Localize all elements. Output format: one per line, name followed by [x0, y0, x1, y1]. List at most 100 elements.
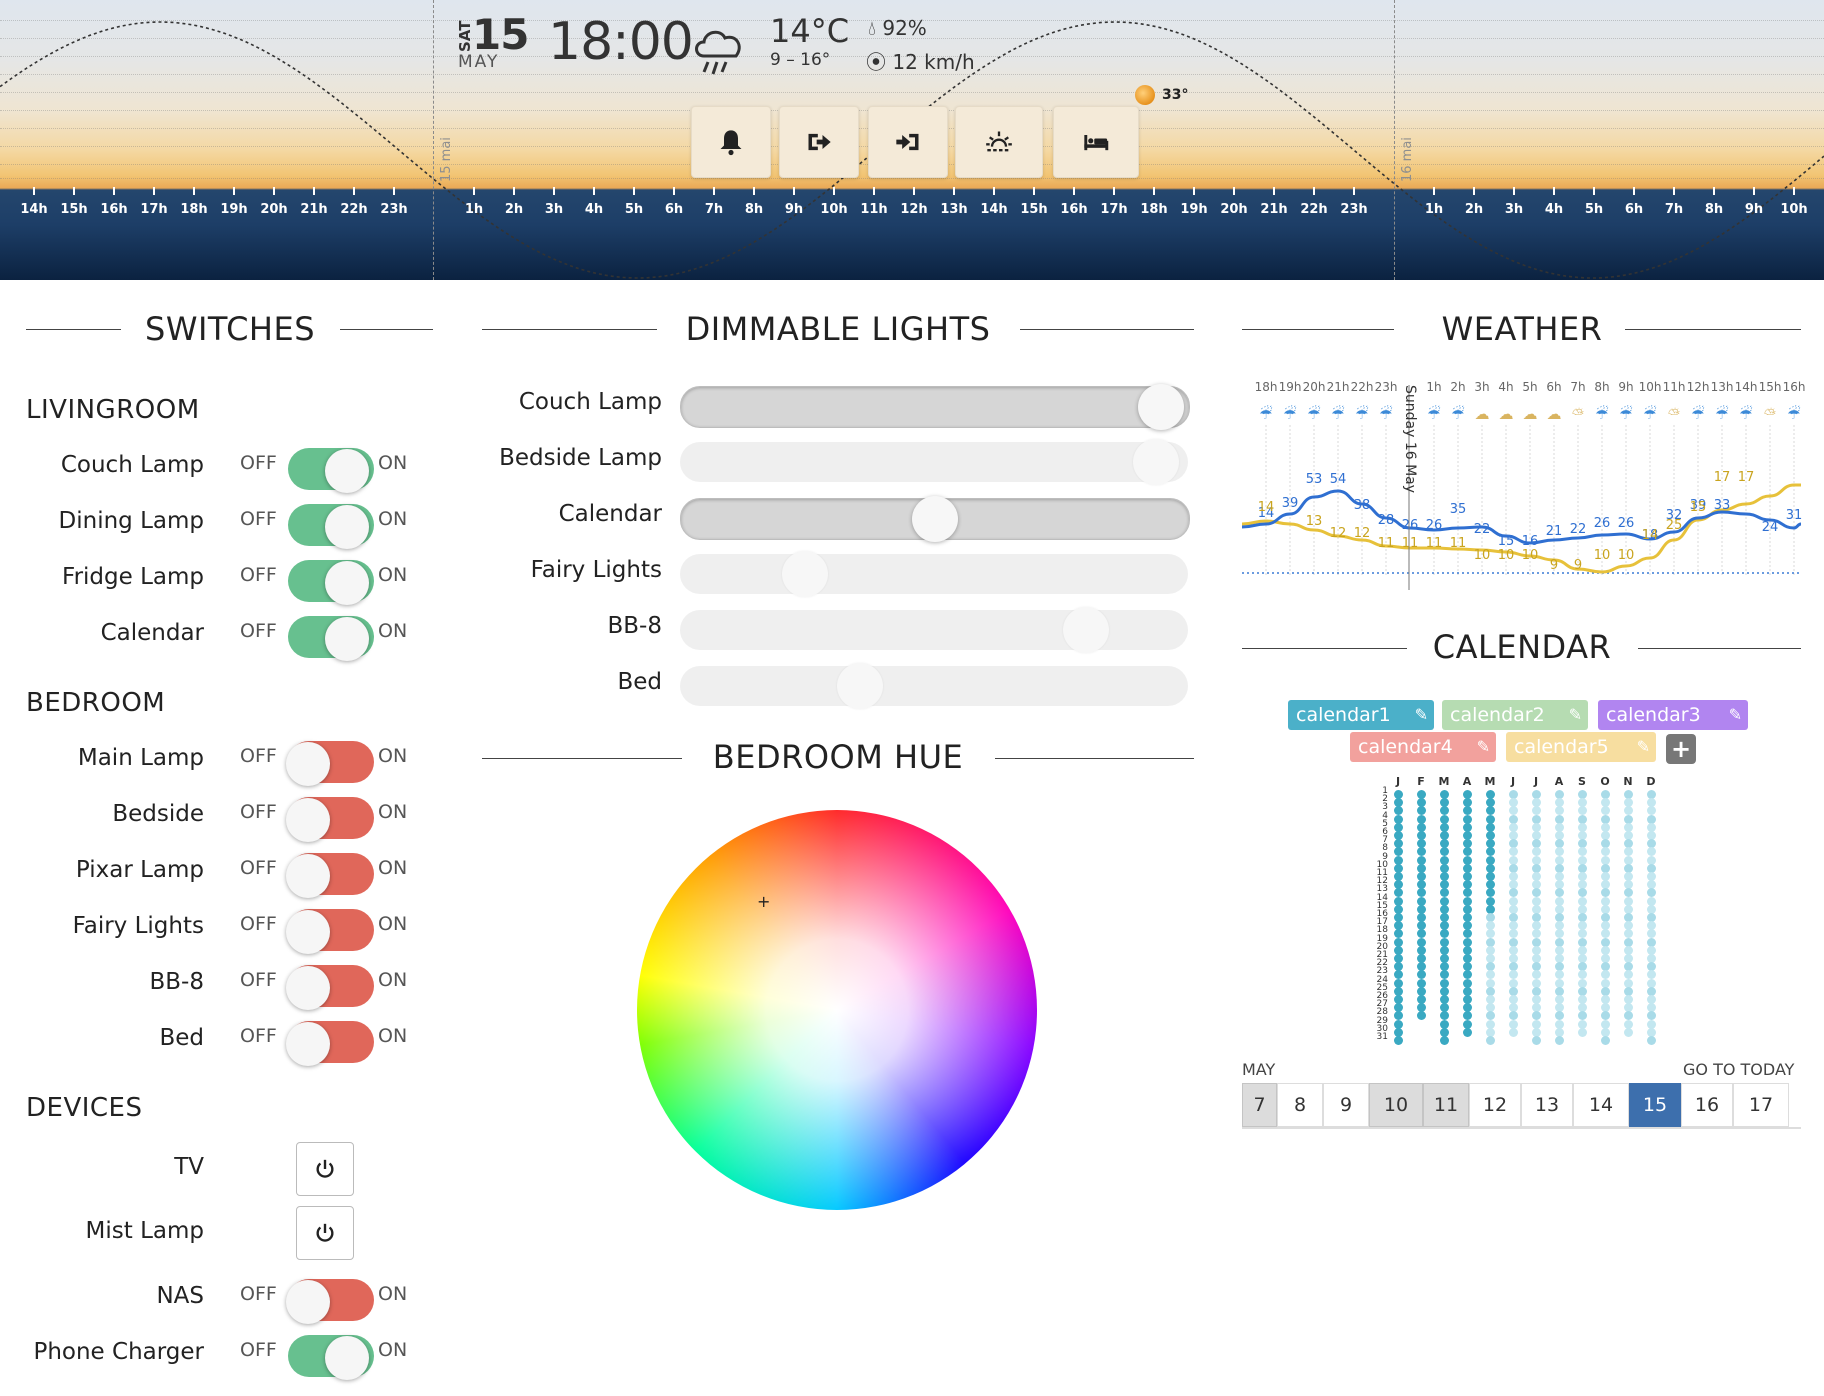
temp-label-yellow: 10: [1593, 548, 1611, 563]
edit-pencil-icon[interactable]: ✎: [1729, 700, 1742, 730]
calendar-day-dot[interactable]: [1509, 1027, 1518, 1037]
hue-cursor[interactable]: +: [757, 894, 770, 910]
temp-label-blue: 16: [1521, 534, 1539, 549]
go-to-today-link[interactable]: GO TO TODAY: [1683, 1060, 1794, 1079]
month-column-label: J: [1510, 775, 1516, 788]
day-cell[interactable]: 10: [1369, 1083, 1423, 1127]
calendar-tag[interactable]: calendar5 ✎: [1506, 732, 1656, 762]
toggle-knob[interactable]: [325, 617, 369, 661]
toggle-switch[interactable]: [286, 741, 374, 786]
toggle-switch[interactable]: [286, 1021, 374, 1066]
switch-label: Mist Lamp: [85, 1218, 204, 1244]
calendar-tag-label: calendar2: [1450, 704, 1545, 726]
toggle-knob[interactable]: [325, 1336, 369, 1380]
toggle-knob[interactable]: [286, 854, 330, 898]
day-cell[interactable]: 16: [1681, 1083, 1733, 1127]
toggle-switch[interactable]: [288, 616, 374, 661]
calendar-day-dot[interactable]: [1578, 1027, 1587, 1037]
power-button[interactable]: [296, 1206, 354, 1260]
color-wheel[interactable]: +: [637, 810, 1037, 1210]
power-button[interactable]: [296, 1142, 354, 1196]
day-cell[interactable]: 11: [1423, 1083, 1469, 1127]
on-label: ON: [378, 913, 408, 935]
day-cell[interactable]: 9: [1323, 1083, 1369, 1127]
calendar-day-dot[interactable]: [1440, 1036, 1449, 1045]
calendar-day-dot[interactable]: [1394, 1036, 1403, 1045]
forecast-hour: 19h: [1278, 380, 1302, 394]
forecast-hour: 14h: [1734, 380, 1758, 394]
month-column-label: M: [1438, 775, 1450, 788]
rain-icon: ☔︎: [1715, 405, 1729, 423]
slider-knob[interactable]: [1063, 607, 1109, 653]
toggle-switch[interactable]: [286, 965, 374, 1010]
day-cell[interactable]: 15: [1629, 1083, 1681, 1127]
calendar-day-dot[interactable]: [1624, 1027, 1633, 1037]
add-calendar-button[interactable]: +: [1666, 734, 1696, 764]
forecast-hour: 12h: [1686, 380, 1710, 394]
temp-label-yellow: 11: [1401, 536, 1419, 551]
day-cell[interactable]: 17: [1733, 1083, 1789, 1127]
forecast-hour: 20h: [1302, 380, 1326, 394]
day-cell[interactable]: 12: [1469, 1083, 1521, 1127]
month-column-label: O: [1600, 775, 1610, 788]
calendar-day-dot[interactable]: [1555, 1036, 1564, 1045]
switch-label: Bedside: [112, 801, 204, 827]
calendar-day-dot[interactable]: [1486, 1036, 1495, 1045]
toggle-knob[interactable]: [286, 1280, 330, 1324]
calendar-tag-label: calendar5: [1514, 736, 1609, 758]
switch-label: TV: [174, 1154, 204, 1180]
calendar-tag[interactable]: calendar2 ✎: [1442, 700, 1588, 730]
toggle-switch[interactable]: [286, 853, 374, 898]
temp-label-yellow: 11: [1425, 536, 1443, 551]
rain-icon: ☔︎: [1787, 405, 1801, 423]
calendar-tag-label: calendar1: [1296, 704, 1391, 726]
day-cell[interactable]: 7: [1242, 1083, 1277, 1127]
toggle-switch[interactable]: [286, 1279, 374, 1324]
temp-label-blue: 22: [1473, 522, 1491, 537]
temp-label-yellow: 12: [1329, 526, 1347, 541]
temp-label-blue: 35: [1449, 502, 1467, 517]
month-column-label: N: [1623, 775, 1633, 788]
switch-label: Bed: [159, 1025, 204, 1051]
rain-icon: ☔︎: [1259, 405, 1273, 423]
toggle-knob[interactable]: [286, 798, 330, 842]
toggle-knob[interactable]: [286, 966, 330, 1010]
temp-label-yellow: 17: [1713, 470, 1731, 485]
calendar-tag[interactable]: calendar4 ✎: [1350, 732, 1496, 762]
forecast-hour: 13h: [1710, 380, 1734, 394]
edit-pencil-icon[interactable]: ✎: [1637, 732, 1650, 762]
slider-knob[interactable]: [837, 663, 883, 709]
off-label: OFF: [240, 1025, 277, 1047]
calendar-tag[interactable]: calendar1 ✎: [1288, 700, 1434, 730]
forecast-hour: 11h: [1662, 380, 1686, 394]
dimmer-slider[interactable]: [680, 663, 1188, 709]
toggle-switch[interactable]: [286, 797, 374, 842]
calendar-day-dot[interactable]: [1463, 1027, 1472, 1037]
calendar-day-dot[interactable]: [1417, 1011, 1426, 1021]
month-column-label: D: [1646, 775, 1656, 788]
rain-icon: ☔︎: [1331, 405, 1345, 423]
edit-pencil-icon[interactable]: ✎: [1415, 700, 1428, 730]
day-cell[interactable]: 13: [1521, 1083, 1573, 1127]
calendar-day-dot[interactable]: [1532, 1036, 1541, 1045]
switch-label: BB-8: [149, 969, 205, 995]
calendar-tag[interactable]: calendar3 ✎: [1598, 700, 1748, 730]
edit-pencil-icon[interactable]: ✎: [1569, 700, 1582, 730]
day-cell[interactable]: 8: [1277, 1083, 1323, 1127]
day-cell[interactable]: 14: [1573, 1083, 1629, 1127]
month-column-label: A: [1554, 775, 1564, 788]
toggle-knob[interactable]: [286, 742, 330, 786]
dimmer-slider[interactable]: [680, 607, 1188, 653]
forecast-hour: 4h: [1498, 380, 1514, 394]
edit-pencil-icon[interactable]: ✎: [1477, 732, 1490, 762]
day-marker: Sunday 16 May: [1402, 385, 1418, 494]
toggle-knob[interactable]: [286, 1022, 330, 1066]
power-icon: [316, 1159, 334, 1178]
off-label: OFF: [240, 745, 277, 767]
toggle-knob[interactable]: [286, 910, 330, 954]
toggle-switch[interactable]: [286, 909, 374, 954]
calendar-day-dot[interactable]: [1601, 1036, 1610, 1045]
temp-label-yellow: 25: [1665, 518, 1683, 533]
toggle-switch[interactable]: [288, 1335, 374, 1380]
calendar-day-dot[interactable]: [1647, 1036, 1656, 1045]
